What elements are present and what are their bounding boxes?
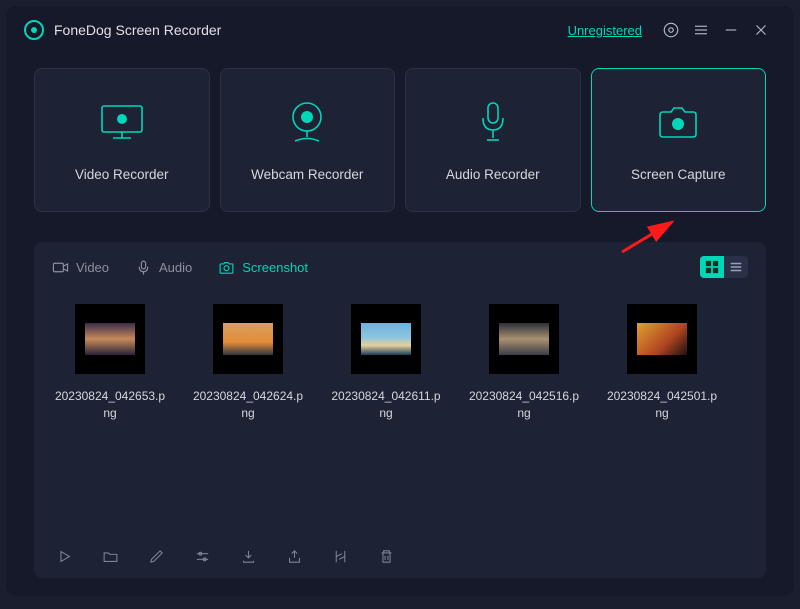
app-window: FoneDog Screen Recorder Unregistered Vid… [6, 6, 794, 596]
menu-icon[interactable] [692, 21, 710, 39]
app-title: FoneDog Screen Recorder [54, 22, 221, 38]
webcam-icon [287, 99, 327, 145]
library-tabs: Video Audio Screenshot [34, 242, 766, 288]
sliders-button[interactable] [192, 546, 212, 566]
tab-audio[interactable]: Audio [135, 259, 192, 276]
mode-webcam-recorder[interactable]: Webcam Recorder [220, 68, 396, 212]
tab-video[interactable]: Video [52, 259, 109, 276]
video-icon [52, 259, 69, 276]
file-name: 20230824_042653.png [54, 388, 166, 422]
share-button[interactable] [284, 546, 304, 566]
app-logo [24, 20, 44, 40]
library-grid: 20230824_042653.png 20230824_042624.png … [34, 288, 766, 430]
microphone-icon [478, 99, 508, 145]
download-button[interactable] [238, 546, 258, 566]
list-item[interactable]: 20230824_042611.png [330, 304, 442, 422]
thumbnail [213, 304, 283, 374]
thumbnail [627, 304, 697, 374]
thumbnail [351, 304, 421, 374]
tab-screenshot[interactable]: Screenshot [218, 259, 308, 276]
list-item[interactable]: 20230824_042653.png [54, 304, 166, 422]
file-name: 20230824_042611.png [330, 388, 442, 422]
mode-label: Screen Capture [631, 167, 726, 182]
settings-icon[interactable] [662, 21, 680, 39]
thumbnail [75, 304, 145, 374]
folder-button[interactable] [100, 546, 120, 566]
list-item[interactable]: 20230824_042624.png [192, 304, 304, 422]
titlebar: FoneDog Screen Recorder Unregistered [6, 6, 794, 50]
list-item[interactable]: 20230824_042516.png [468, 304, 580, 422]
mode-video-recorder[interactable]: Video Recorder [34, 68, 210, 212]
mode-label: Webcam Recorder [251, 167, 363, 182]
registration-status-link[interactable]: Unregistered [568, 23, 642, 38]
thumbnail [489, 304, 559, 374]
mode-audio-recorder[interactable]: Audio Recorder [405, 68, 581, 212]
view-toggle [700, 256, 748, 278]
mode-selector: Video Recorder Webcam Recorder Audio Rec… [6, 50, 794, 222]
monitor-icon [99, 99, 145, 145]
camera-icon [218, 259, 235, 276]
tab-label: Video [76, 260, 109, 275]
play-button[interactable] [54, 546, 74, 566]
file-name: 20230824_042516.png [468, 388, 580, 422]
library-toolbar [34, 534, 766, 578]
minimize-icon[interactable] [722, 21, 740, 39]
mode-label: Audio Recorder [446, 167, 540, 182]
tab-label: Screenshot [242, 260, 308, 275]
file-name: 20230824_042624.png [192, 388, 304, 422]
library-panel: Video Audio Screenshot [34, 242, 766, 578]
close-icon[interactable] [752, 21, 770, 39]
microphone-icon [135, 259, 152, 276]
list-item[interactable]: 20230824_042501.png [606, 304, 718, 422]
camera-icon [656, 99, 700, 145]
view-list-button[interactable] [724, 256, 748, 278]
file-name: 20230824_042501.png [606, 388, 718, 422]
edit-button[interactable] [146, 546, 166, 566]
mode-screen-capture[interactable]: Screen Capture [591, 68, 767, 212]
delete-button[interactable] [376, 546, 396, 566]
convert-button[interactable] [330, 546, 350, 566]
mode-label: Video Recorder [75, 167, 169, 182]
tab-label: Audio [159, 260, 192, 275]
view-grid-button[interactable] [700, 256, 724, 278]
